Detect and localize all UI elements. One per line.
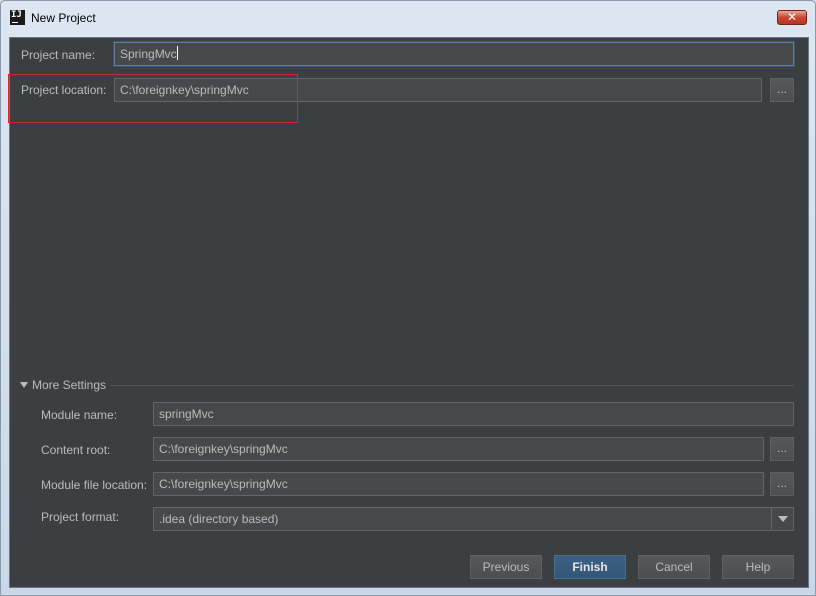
highlight-annotation-box [8, 74, 298, 123]
dropdown-arrow-icon[interactable] [771, 508, 793, 530]
section-divider [110, 385, 794, 386]
finish-button[interactable]: Finish [554, 555, 626, 579]
more-settings-label: More Settings [32, 378, 107, 392]
content-root-input[interactable]: C:\foreignkey\springMvc [153, 437, 764, 461]
project-name-label: Project name: [21, 48, 96, 62]
window-title: New Project [31, 11, 96, 25]
content-root-label: Content root: [41, 443, 111, 457]
module-file-location-input[interactable]: C:\foreignkey\springMvc [153, 472, 764, 496]
module-name-input[interactable]: springMvc [153, 402, 794, 426]
project-format-label: Project format: [41, 510, 120, 524]
previous-button[interactable]: Previous [470, 555, 542, 579]
module-name-label: Module name: [41, 408, 118, 422]
project-name-value: SpringMvc [120, 47, 177, 61]
close-button[interactable]: ✕ [777, 10, 807, 25]
intellij-app-icon: IJ [10, 10, 25, 25]
text-caret [176, 46, 178, 60]
cancel-button[interactable]: Cancel [638, 555, 710, 579]
close-icon: ✕ [786, 10, 798, 24]
module-file-location-label: Module file location: [41, 478, 148, 492]
dialog-content: Project name: SpringMvc Project location… [8, 37, 809, 588]
content-root-browse-button[interactable]: ... [770, 437, 794, 461]
project-name-input[interactable]: SpringMvc [114, 42, 794, 66]
project-format-value: .idea (directory based) [159, 512, 279, 526]
project-location-browse-button[interactable]: ... [770, 78, 794, 102]
more-settings-toggle[interactable]: More Settings [20, 378, 106, 392]
expand-triangle-icon [20, 382, 28, 388]
new-project-window: IJ New Project ✕ Project name: SpringMvc… [0, 0, 816, 596]
title-bar[interactable]: IJ New Project ✕ [1, 1, 815, 37]
project-format-select[interactable]: .idea (directory based) [153, 507, 794, 531]
module-file-location-browse-button[interactable]: ... [770, 472, 794, 496]
help-button[interactable]: Help [722, 555, 794, 579]
